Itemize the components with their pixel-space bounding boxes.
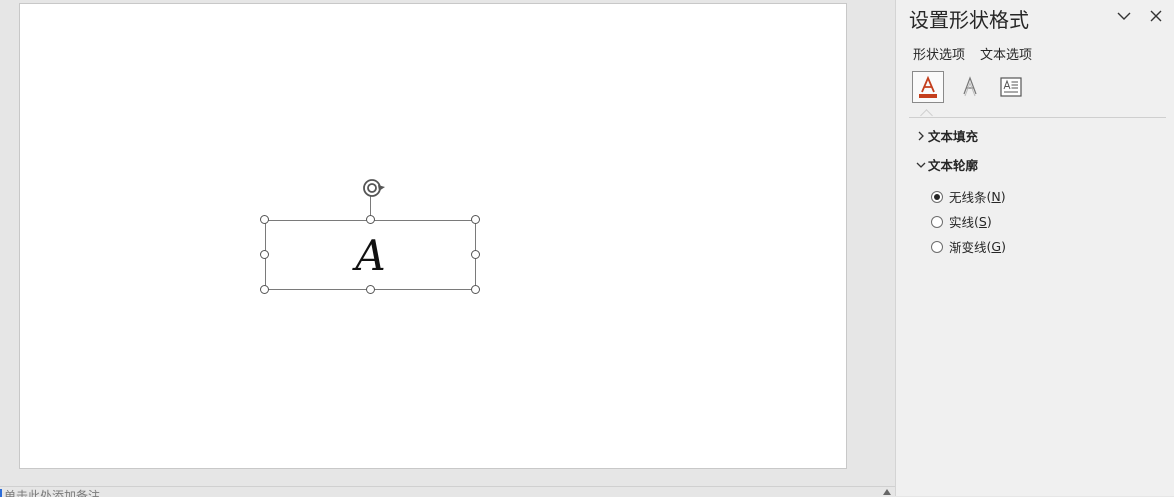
radio-label: 实线 [949,215,975,230]
resize-handle-middle-right[interactable] [471,250,480,259]
pane-options-button[interactable] [1114,6,1134,26]
mnemonic-key: N [991,189,1001,204]
close-pane-button[interactable] [1146,6,1166,26]
resize-handle-top-center[interactable] [366,215,375,224]
chevron-down-icon [914,161,928,169]
text-fill-outline-button[interactable] [912,71,944,103]
resize-handle-middle-left[interactable] [260,250,269,259]
radio-button[interactable] [931,190,943,203]
text-fill-outline-icon [919,75,937,98]
radio-button[interactable] [931,240,943,253]
radio-solid-line[interactable]: 实线 (S) [931,212,992,231]
resize-handle-bottom-right[interactable] [471,285,480,294]
section-label: 文本填充 [928,129,979,144]
textbox-layout-icon [1000,77,1022,97]
close-icon [1150,10,1162,22]
radio-label: 渐变线 [949,240,987,255]
section-label: 文本轮廓 [928,158,979,173]
textbox-layout-button[interactable] [995,71,1027,103]
resize-handle-top-left[interactable] [260,215,269,224]
slide-workspace: A 单击此处添加备注 [0,0,895,497]
mnemonic-key: S [978,214,987,229]
format-shape-pane: 设置形状格式 形状选项 文本选项 文本填充 文本轮廓 无线条 (N) 实线 … [895,0,1174,496]
radio-gradient-line[interactable]: 渐变线 (G) [931,237,1006,256]
rotate-handle-icon[interactable] [360,176,388,200]
text-effects-icon [963,76,977,97]
resize-handle-bottom-left[interactable] [260,285,269,294]
tab-text-options[interactable]: 文本选项 [980,44,1032,63]
chevron-right-icon [914,131,928,141]
mnemonic-key: G [991,239,1002,254]
resize-handle-bottom-center[interactable] [366,285,375,294]
selected-textbox[interactable]: A [265,220,476,290]
radio-button[interactable] [931,215,943,228]
notes-pane[interactable]: 单击此处添加备注 [0,486,895,497]
radio-no-line[interactable]: 无线条 (N) [931,187,1006,206]
notes-resize-grip-icon[interactable] [883,489,891,495]
radio-label: 无线条 [949,190,987,205]
pane-divider [909,117,1166,118]
section-text-outline[interactable]: 文本轮廓 [914,155,978,174]
section-text-fill[interactable]: 文本填充 [914,126,978,145]
resize-handle-top-right[interactable] [471,215,480,224]
active-tab-indicator [920,109,933,122]
text-effects-button[interactable] [954,71,986,103]
textbox-text[interactable]: A [266,221,475,289]
pane-title: 设置形状格式 [909,8,1029,32]
chevron-down-icon [1117,12,1131,20]
tab-shape-options[interactable]: 形状选项 [913,44,965,63]
